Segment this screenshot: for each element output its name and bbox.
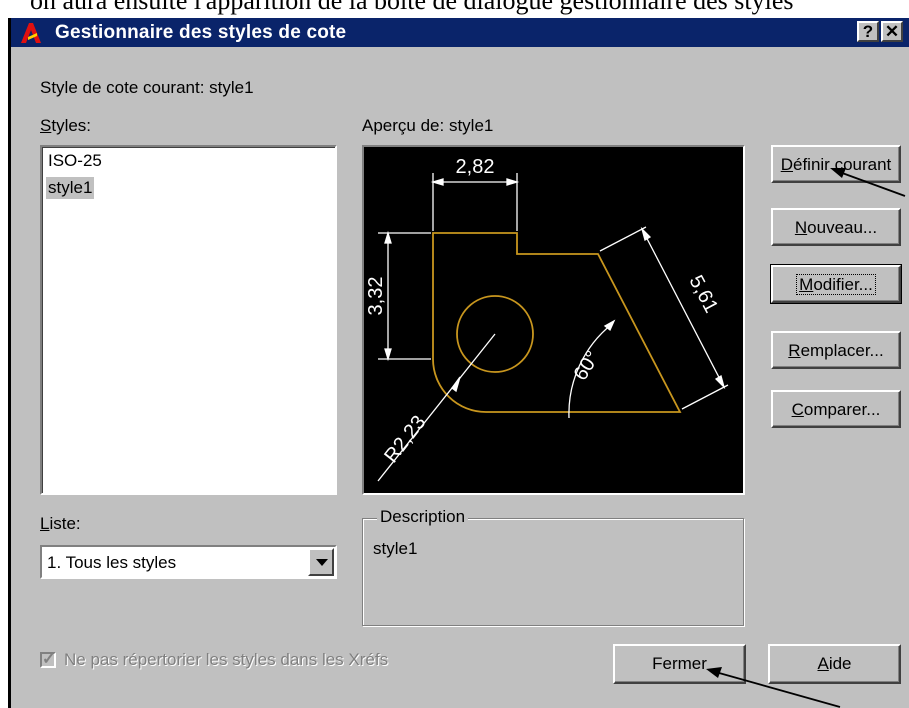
xref-checkbox[interactable]: ✓ (40, 651, 56, 668)
dim-vertical-text: 3,32 (365, 277, 387, 316)
styles-label: Styles: (40, 116, 92, 135)
list-item-selected[interactable]: style1 (46, 177, 95, 199)
document-text: on aura ensuite l'apparition de la boîte… (30, 0, 794, 15)
current-style-label: Style de cote courant: style1 (40, 78, 254, 97)
description-group: Description style1 (362, 507, 744, 626)
list-filter-label: Liste: (40, 514, 81, 533)
description-title: Description (377, 507, 469, 527)
dimension-preview-drawing: 2,82 3,32 5,61 60° R2,23 (365, 156, 729, 482)
new-button[interactable]: Nouveau... (771, 208, 901, 246)
list-filter-dropdown[interactable]: 1. Tous les styles (40, 545, 337, 579)
title-bar[interactable]: Gestionnaire des styles de cote ? ✕ (11, 18, 909, 47)
list-item[interactable]: ISO-25 (46, 150, 104, 172)
checkmark-icon: ✓ (42, 651, 56, 668)
autocad-logo-icon (21, 23, 41, 43)
styles-listbox[interactable]: ISO-25 style1 (40, 145, 337, 495)
preview-label: Aperçu de: style1 (362, 116, 494, 135)
help-button[interactable]: Aide (768, 644, 901, 684)
dimension-style-manager-dialog: Gestionnaire des styles de cote ? ✕ Styl… (8, 18, 909, 708)
part-outline (432, 232, 682, 413)
dim-horizontal-text: 2,82 (456, 156, 495, 178)
compare-button[interactable]: Comparer... (771, 390, 901, 428)
chevron-down-icon[interactable] (308, 548, 334, 576)
help-title-button[interactable]: ? (857, 21, 879, 42)
close-button[interactable]: Fermer (613, 644, 746, 684)
window-title: Gestionnaire des styles de cote (55, 22, 347, 43)
close-title-button[interactable]: ✕ (881, 21, 903, 42)
modify-button[interactable]: Modifier... (770, 264, 902, 304)
description-text: style1 (373, 539, 418, 558)
preview-canvas: 2,82 3,32 5,61 60° R2,23 (362, 145, 745, 495)
list-filter-value: 1. Tous les styles (47, 553, 177, 572)
set-current-button[interactable]: Définir courant (771, 145, 901, 183)
replace-button[interactable]: Remplacer... (771, 331, 901, 369)
xref-checkbox-label: Ne pas répertorier les styles dans les X… (64, 650, 389, 669)
dim-aligned-text: 5,61 (684, 272, 722, 317)
dim-radius-text: R2,23 (380, 412, 430, 468)
